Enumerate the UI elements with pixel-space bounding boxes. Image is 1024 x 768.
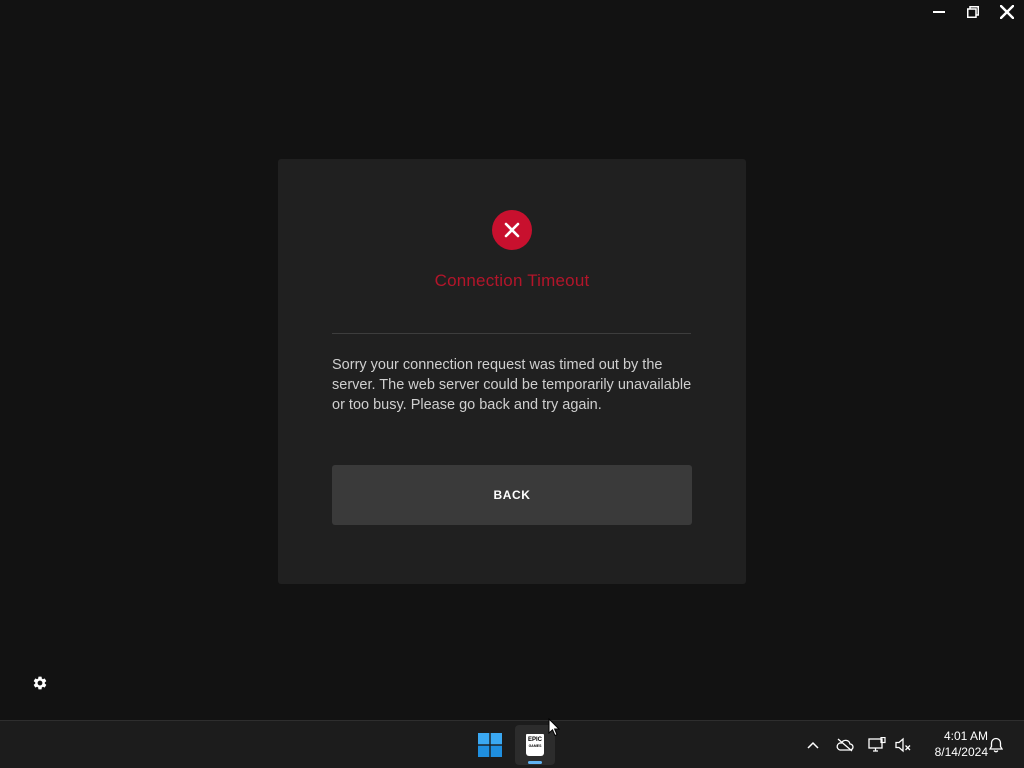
start-button[interactable] — [470, 725, 510, 765]
epic-logo-subtext: GAMES — [528, 744, 542, 748]
chevron-up-icon[interactable] — [801, 733, 825, 757]
gear-icon[interactable] — [32, 675, 48, 691]
dialog-message: Sorry your connection request was timed … — [332, 357, 692, 413]
clock-time: 4:01 AM — [943, 729, 988, 743]
epic-games-logo: EPIC GAMES — [526, 734, 544, 756]
minimize-icon — [933, 11, 945, 13]
minimize-button[interactable] — [922, 0, 956, 24]
taskbar-clock[interactable]: 4:01 AM 8/14/2024 — [918, 728, 988, 760]
window-controls — [922, 0, 1024, 24]
volume-muted-icon[interactable] — [891, 733, 915, 757]
restore-button[interactable] — [956, 0, 990, 24]
taskbar: EPIC GAMES 4:01 AM 8/14/2024 — [0, 720, 1024, 768]
divider — [332, 333, 691, 334]
network-icon[interactable] — [865, 733, 889, 757]
epic-launcher-window: Connection Timeout Sorry your connection… — [0, 0, 1024, 720]
bell-icon[interactable] — [984, 733, 1008, 757]
close-button[interactable] — [990, 0, 1024, 24]
active-app-indicator — [528, 761, 542, 764]
onedrive-offline-icon[interactable] — [833, 733, 857, 757]
error-circle-icon — [492, 210, 532, 250]
back-button[interactable]: BACK — [332, 465, 692, 525]
epic-logo-text: EPIC — [527, 737, 542, 743]
close-icon — [1000, 5, 1014, 19]
taskbar-epic-games-launcher[interactable]: EPIC GAMES — [515, 725, 555, 765]
error-dialog: Connection Timeout Sorry your connection… — [278, 159, 746, 584]
windows-start-icon — [478, 733, 502, 757]
dialog-title: Connection Timeout — [434, 271, 590, 290]
clock-date: 8/14/2024 — [934, 745, 988, 759]
restore-icon — [967, 6, 979, 18]
